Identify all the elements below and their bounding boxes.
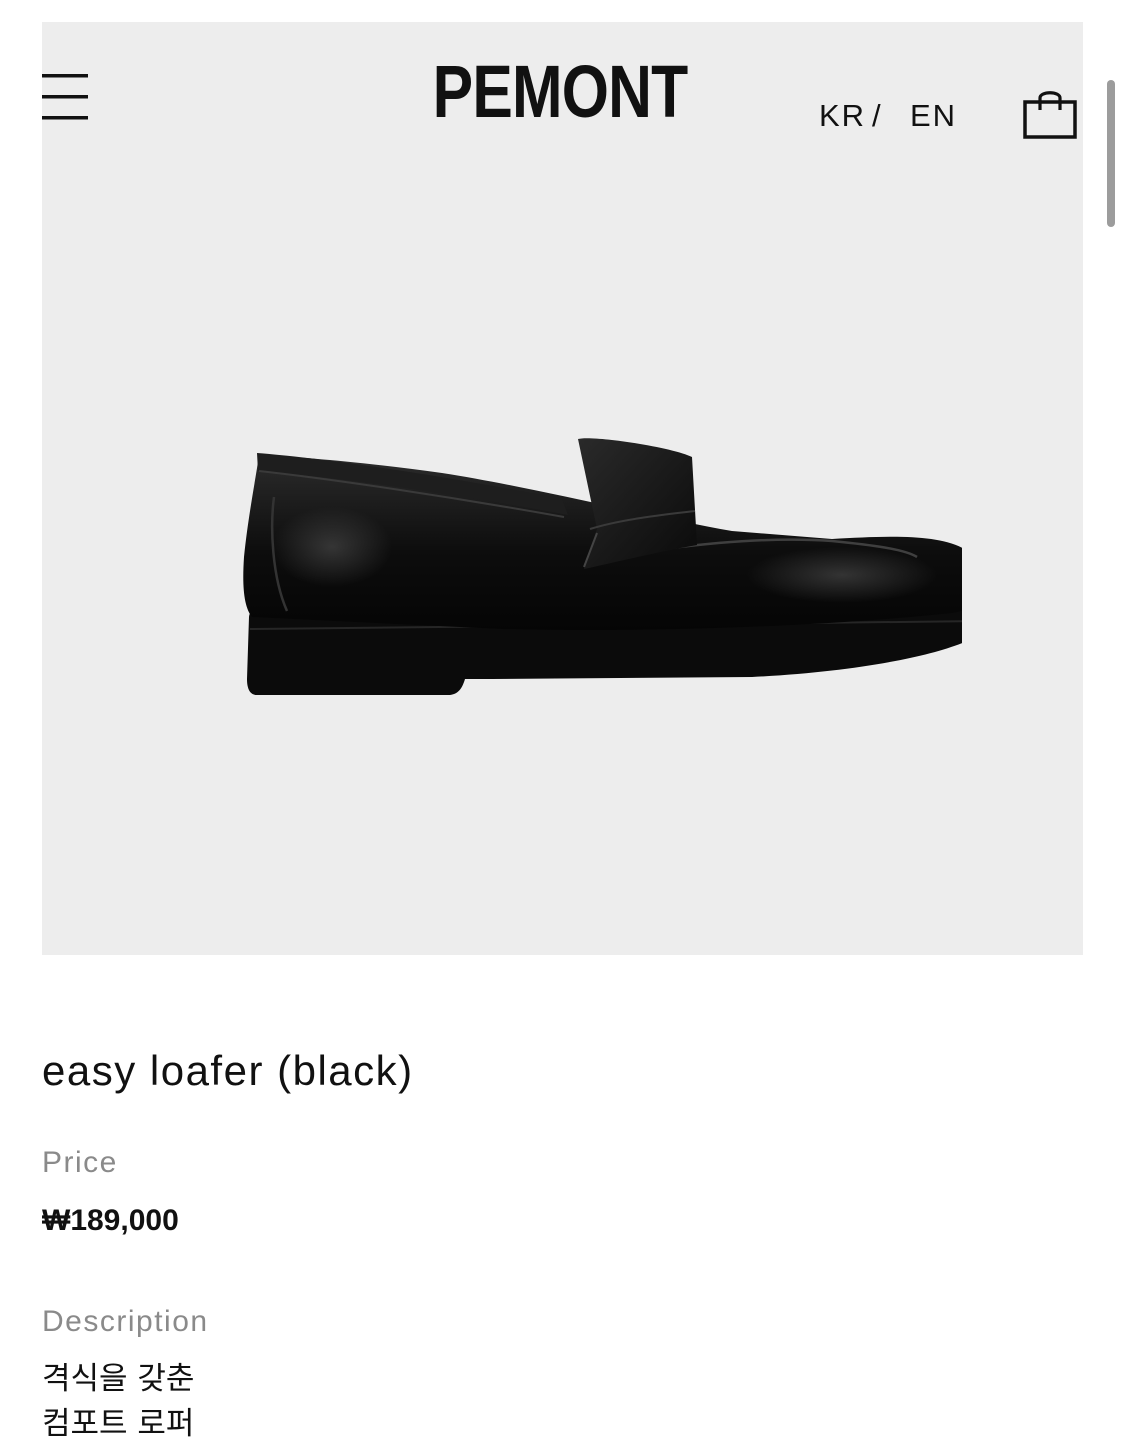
description-line: 컴포트 로퍼 xyxy=(42,1406,195,1442)
product-hero-image: PEMONT KR / EN xyxy=(42,22,1083,955)
language-kr-link[interactable]: KR xyxy=(819,100,866,131)
shopping-bag-icon[interactable] xyxy=(1023,88,1077,140)
product-title: easy loafer (black) xyxy=(42,1047,414,1094)
language-separator: / xyxy=(872,98,883,133)
brand-logo[interactable]: PEMONT xyxy=(433,52,688,132)
price-value: ₩189,000 xyxy=(42,1204,179,1237)
price-label: Price xyxy=(42,1146,118,1179)
description-label: Description xyxy=(42,1305,209,1338)
description-line: 격식을 갖춘 xyxy=(42,1361,195,1397)
hamburger-menu-icon[interactable] xyxy=(42,74,88,120)
language-en-link[interactable]: EN xyxy=(910,100,957,131)
loafer-product-image xyxy=(243,438,962,695)
page-scrollbar[interactable] xyxy=(1107,80,1115,227)
